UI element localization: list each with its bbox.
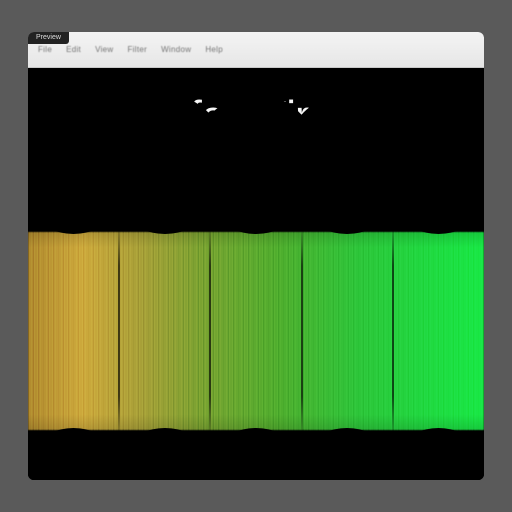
spectrum-seams bbox=[28, 222, 484, 440]
menu-filter[interactable]: Filter bbox=[128, 45, 148, 54]
app-window: Preview File Edit View Filter Window Hel… bbox=[28, 32, 484, 480]
window-tab[interactable]: Preview bbox=[28, 32, 69, 44]
arch-top bbox=[302, 182, 393, 252]
spectrum-panel bbox=[28, 182, 484, 480]
menu-file[interactable]: File bbox=[38, 45, 52, 54]
menu-window[interactable]: Window bbox=[161, 45, 191, 54]
seam bbox=[28, 222, 119, 440]
arch-top bbox=[393, 182, 484, 252]
window-tab-label: Preview bbox=[36, 34, 61, 41]
menu-help[interactable]: Help bbox=[205, 45, 223, 54]
seam bbox=[302, 222, 393, 440]
seam bbox=[119, 222, 210, 440]
arch-bottom bbox=[393, 410, 484, 480]
seam bbox=[393, 222, 484, 440]
menu-edit[interactable]: Edit bbox=[66, 45, 81, 54]
arch-row-bottom bbox=[28, 410, 484, 480]
arch-top bbox=[28, 182, 119, 252]
toolbar: Preview File Edit View Filter Window Hel… bbox=[28, 32, 484, 68]
arch-row-top bbox=[28, 182, 484, 252]
seam bbox=[210, 222, 301, 440]
menu-view[interactable]: View bbox=[95, 45, 113, 54]
spectrum-visual bbox=[28, 182, 484, 480]
